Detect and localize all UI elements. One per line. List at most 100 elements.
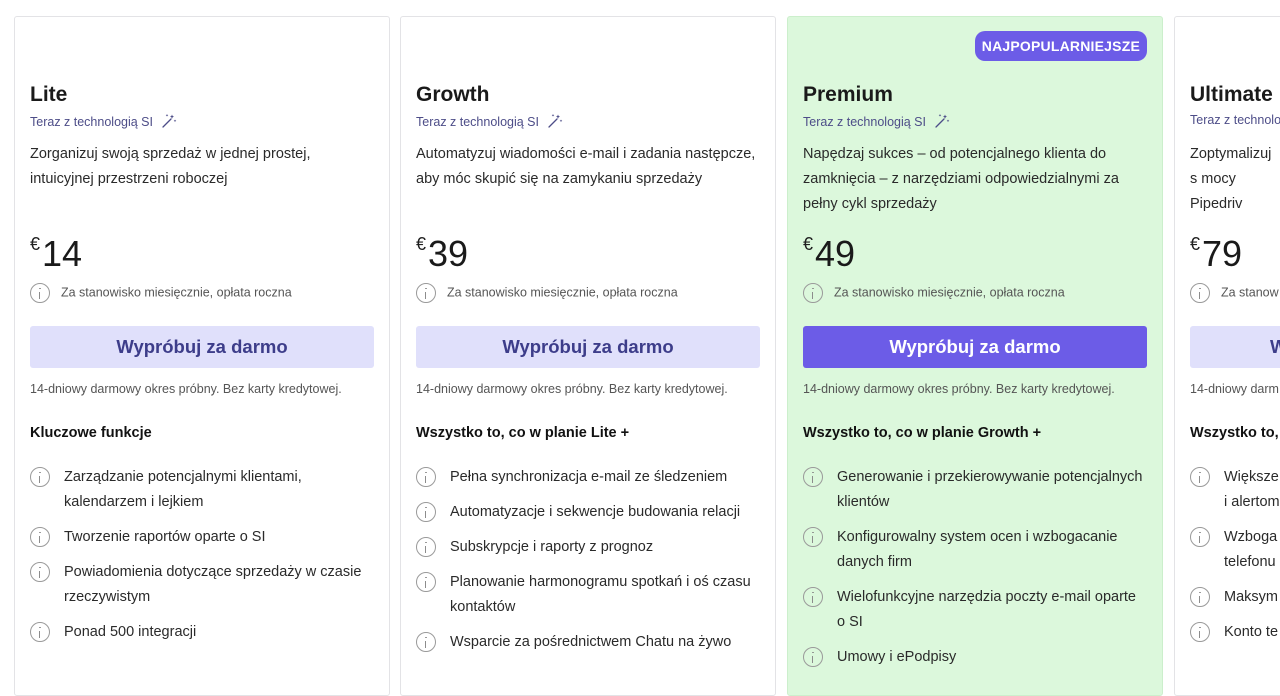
info-icon[interactable] [803, 527, 823, 547]
currency-symbol: € [1190, 234, 1201, 254]
per-seat-note: Za stanowisko miesięcznie, opłata roczna [803, 283, 1065, 303]
info-icon[interactable] [30, 527, 50, 547]
info-icon[interactable] [803, 467, 823, 487]
plan-description: Napędzaj sukces – od potencjalnego klien… [803, 146, 1119, 212]
feature-item: Pełna synchronizacja e-mail ze śledzenie… [416, 465, 760, 490]
ai-tag: Teraz z technolo [1190, 113, 1280, 127]
plan-description: Zorganizuj swoją sprzedaż w jednej prost… [30, 146, 311, 187]
plan-card-lite: Lite Teraz z technologią SI Zorganizuj s… [14, 16, 390, 696]
most-popular-badge: NAJPOPULARNIEJSZE [974, 31, 1147, 61]
feature-label: Wielofunkcyjne narzędzia poczty e-mail o… [837, 589, 1136, 630]
ai-tag: Teraz z technologią SI [30, 113, 177, 129]
feature-label: Wsparcie za pośrednictwem Chatu na żywo [450, 634, 732, 650]
currency-symbol: € [30, 234, 41, 254]
feature-item: Konfigurowalny system ocen i wzbogacanie… [803, 525, 1147, 575]
feature-item: Powiadomienia dotyczące sprzedaży w czas… [30, 560, 374, 610]
features-heading: Kluczowe funkcje [30, 425, 152, 441]
plan-name: Lite [30, 83, 68, 106]
feature-label: Zarządzanie potencjalnymi klientami, kal… [64, 469, 302, 510]
feature-item: Wzboga telefonu [1190, 525, 1280, 575]
per-seat-label: Za stanowisko miesięcznie, opłata roczna [61, 285, 292, 300]
info-icon[interactable] [30, 562, 50, 582]
features-heading: Wszystko to, co w planie Growth + [803, 425, 1042, 441]
plan-card-ultimate: Ultimate Teraz z technolo Zoptymalizuj s… [1174, 16, 1280, 696]
info-icon[interactable] [416, 283, 436, 303]
trial-note: 14-dniowy darmowy okres próbny. Bez kart… [803, 382, 1115, 396]
ai-tag-label: Teraz z technologią SI [30, 115, 153, 129]
plan-name: Premium [803, 83, 893, 106]
feature-label: Automatyzacje i sekwencje budowania rela… [450, 504, 741, 520]
price-amount: 14 [42, 233, 83, 274]
feature-label: Konfigurowalny system ocen i wzbogacanie… [837, 529, 1118, 570]
feature-item: Ponad 500 integracji [30, 620, 374, 645]
feature-label: Maksym [1224, 589, 1278, 605]
info-icon[interactable] [416, 467, 436, 487]
feature-label: Subskrypcje i raporty z prognoz [450, 539, 654, 555]
feature-label: Ponad 500 integracji [64, 624, 197, 640]
ai-tag: Teraz z technologią SI [803, 113, 950, 129]
plan-price: €49 [803, 233, 855, 275]
info-icon[interactable] [803, 283, 823, 303]
per-seat-note: Za stanow [1190, 283, 1279, 303]
pricing-plans: Lite Teraz z technologią SI Zorganizuj s… [0, 0, 1280, 696]
feature-label: Umowy i ePodpisy [837, 649, 957, 665]
plan-card-premium: NAJPOPULARNIEJSZE Premium Teraz z techno… [787, 16, 1163, 696]
trial-note: 14-dniowy darm [1190, 382, 1279, 396]
feature-item: Maksym [1190, 585, 1280, 610]
plan-name: Ultimate [1190, 83, 1273, 106]
info-icon[interactable] [1190, 283, 1210, 303]
plan-description: Automatyzuj wiadomości e-mail i zadania … [416, 146, 756, 187]
info-icon[interactable] [30, 467, 50, 487]
plan-price: €39 [416, 233, 468, 275]
feature-label: Tworzenie raportów oparte o SI [64, 529, 266, 545]
info-icon[interactable] [803, 587, 823, 607]
feature-item: Tworzenie raportów oparte o SI [30, 525, 374, 550]
try-free-button[interactable]: Wypróbuj za darmo [416, 326, 760, 368]
feature-item: Wielofunkcyjne narzędzia poczty e-mail o… [803, 585, 1147, 635]
per-seat-note: Za stanowisko miesięcznie, opłata roczna [416, 283, 678, 303]
trial-note: 14-dniowy darmowy okres próbny. Bez kart… [30, 382, 342, 396]
price-amount: 49 [815, 233, 856, 274]
feature-label: Konto te [1224, 624, 1279, 640]
trial-note: 14-dniowy darmowy okres próbny. Bez kart… [416, 382, 728, 396]
info-icon[interactable] [1190, 467, 1210, 487]
ai-tag-label: Teraz z technolo [1190, 113, 1280, 127]
per-seat-note: Za stanowisko miesięcznie, opłata roczna [30, 283, 292, 303]
info-icon[interactable] [416, 632, 436, 652]
ai-tag: Teraz z technologią SI [416, 113, 563, 129]
currency-symbol: € [416, 234, 427, 254]
per-seat-label: Za stanow [1221, 285, 1279, 300]
features-list: Większe i alertom Wzboga telefonu Maksym… [1190, 465, 1280, 655]
info-icon[interactable] [416, 502, 436, 522]
try-free-button[interactable]: Wypróbuj za darmo [30, 326, 374, 368]
magic-wand-icon [934, 113, 950, 129]
info-icon[interactable] [1190, 622, 1210, 642]
feature-label: Większe i alertom [1224, 469, 1280, 510]
try-free-button[interactable]: W [1190, 326, 1280, 368]
ai-tag-label: Teraz z technologią SI [803, 115, 926, 129]
feature-label: Wzboga telefonu [1224, 529, 1278, 570]
info-icon[interactable] [30, 283, 50, 303]
price-amount: 39 [428, 233, 469, 274]
per-seat-label: Za stanowisko miesięcznie, opłata roczna [447, 285, 678, 300]
feature-item: Generowanie i przekierowywanie potencjal… [803, 465, 1147, 515]
info-icon[interactable] [1190, 527, 1210, 547]
feature-item: Planowanie harmonogramu spotkań i oś cza… [416, 570, 760, 620]
feature-item: Automatyzacje i sekwencje budowania rela… [416, 500, 760, 525]
info-icon[interactable] [416, 537, 436, 557]
plan-card-growth: Growth Teraz z technologią SI Automatyzu… [400, 16, 776, 696]
info-icon[interactable] [803, 647, 823, 667]
info-icon[interactable] [30, 622, 50, 642]
plan-description: Zoptymalizuj s mocy Pipedriv [1190, 146, 1272, 212]
ai-tag-label: Teraz z technologią SI [416, 115, 539, 129]
magic-wand-icon [161, 113, 177, 129]
info-icon[interactable] [416, 572, 436, 592]
features-list: Generowanie i przekierowywanie potencjal… [803, 465, 1147, 680]
plan-name: Growth [416, 83, 490, 106]
feature-item: Wsparcie za pośrednictwem Chatu na żywo [416, 630, 760, 655]
info-icon[interactable] [1190, 587, 1210, 607]
try-free-button[interactable]: Wypróbuj za darmo [803, 326, 1147, 368]
features-list: Zarządzanie potencjalnymi klientami, kal… [30, 465, 374, 655]
feature-label: Planowanie harmonogramu spotkań i oś cza… [450, 574, 751, 615]
feature-label: Pełna synchronizacja e-mail ze śledzenie… [450, 469, 728, 485]
